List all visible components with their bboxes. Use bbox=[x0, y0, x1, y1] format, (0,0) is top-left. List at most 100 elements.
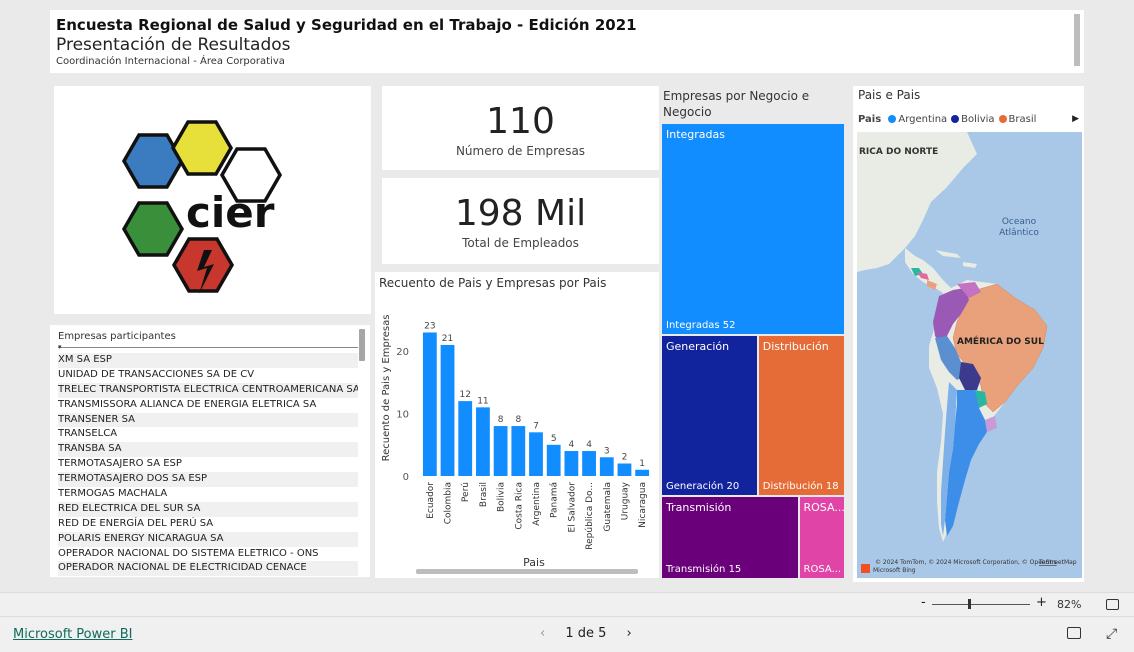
page-indicator: 1 de 5 bbox=[565, 626, 607, 641]
slicer-item[interactable]: TRELEC TRANSPORTISTA ELECTRICA CENTROAME… bbox=[58, 382, 358, 398]
treemap-title: Empresas por Negocio e Negocio bbox=[663, 89, 810, 119]
kpi-empleados-value: 198 Mil bbox=[454, 193, 587, 234]
fit-to-page-icon[interactable] bbox=[1106, 599, 1119, 610]
report-title: Encuesta Regional de Salud y Seguridad e… bbox=[56, 16, 637, 34]
bar[interactable] bbox=[635, 469, 650, 476]
bar-data-label: 12 bbox=[460, 390, 471, 400]
zoom-bar: - + 82% bbox=[0, 592, 1134, 616]
horizontal-scrollbar[interactable] bbox=[416, 569, 638, 574]
bar-chart-card: Recuento de Pais y Empresas por Pais 0 10… bbox=[375, 272, 659, 578]
x-tick-label: Uruguay bbox=[620, 481, 630, 520]
treemap-tile[interactable]: Distribución Distribución 18 bbox=[758, 336, 844, 495]
treemap-tile-label: Transmisión 15 bbox=[666, 563, 742, 575]
treemap-tile-label: Generación 20 bbox=[666, 480, 740, 492]
share-icon[interactable] bbox=[1067, 627, 1081, 639]
treemap-tile[interactable]: Integradas Integradas 52 bbox=[662, 124, 844, 335]
legend-item[interactable]: Argentina bbox=[898, 114, 947, 125]
treemap-tile-name: Transmisión bbox=[666, 500, 732, 514]
bar[interactable] bbox=[440, 344, 455, 476]
x-tick-label: Argentina bbox=[532, 482, 542, 526]
x-tick-label: Panamá bbox=[550, 482, 560, 518]
legend-next-icon[interactable]: ▶ bbox=[1072, 114, 1079, 124]
x-tick-label: Colombia bbox=[444, 482, 454, 524]
slicer-item[interactable]: TRANSBA SA bbox=[58, 442, 358, 458]
x-axis-label: Pais bbox=[523, 556, 545, 569]
report-header: Encuesta Regional de Salud y Seguridad e… bbox=[50, 10, 1084, 73]
next-page-icon[interactable]: › bbox=[627, 626, 632, 641]
bar[interactable] bbox=[493, 426, 508, 476]
slicer-item[interactable]: RED ELECTRICA DEL SUR SA bbox=[58, 501, 358, 517]
bar[interactable] bbox=[422, 332, 437, 476]
y-tick-label: 10 bbox=[396, 410, 409, 421]
bar[interactable] bbox=[617, 463, 632, 476]
x-tick-label: Bolivia bbox=[497, 482, 507, 512]
slicer-title: Empresas participantes bbox=[58, 331, 176, 342]
header-scrollbar[interactable] bbox=[1074, 14, 1080, 66]
y-axis-label: Recuento de Pais y Empresas bbox=[381, 315, 392, 462]
bar-chart[interactable]: 0102023Ecuador21Colombia12Perú11Brasil8B… bbox=[375, 272, 659, 578]
slicer-item[interactable]: TERMOTASAJERO SA ESP bbox=[58, 457, 358, 472]
slicer-item[interactable]: TRANSMISSORA ALIANCA DE ENERGIA ELETRICA… bbox=[58, 398, 358, 413]
bar[interactable] bbox=[564, 451, 579, 476]
bar[interactable] bbox=[529, 432, 543, 476]
bar-data-label: 4 bbox=[569, 440, 575, 450]
legend-item[interactable]: Brasil bbox=[1009, 114, 1037, 125]
bar-data-label: 23 bbox=[424, 321, 435, 331]
x-tick-label: Ecuador bbox=[426, 482, 436, 519]
treemap-tile[interactable]: Transmisión Transmisión 15 bbox=[662, 496, 798, 578]
map-label-ocean: Oceano Atlântico bbox=[999, 217, 1039, 238]
bar[interactable] bbox=[458, 401, 473, 476]
legend-title: Pais bbox=[858, 114, 882, 125]
report-subtitle: Presentación de Resultados bbox=[56, 35, 291, 55]
zoom-in-button[interactable]: + bbox=[1036, 595, 1047, 610]
treemap-tile[interactable]: Generación Generación 20 bbox=[662, 336, 757, 495]
slicer-item[interactable]: TERMOGAS MACHALA bbox=[58, 487, 358, 502]
bar-data-label: 2 bbox=[622, 453, 628, 463]
y-tick-label: 20 bbox=[396, 347, 409, 358]
legend-item[interactable]: Bolivia bbox=[961, 114, 994, 125]
treemap-tile-label: ROSA... bbox=[803, 563, 842, 575]
slicer-item[interactable]: OPERADOR NACIONAL DE ELECTRICIDAD CENACE bbox=[58, 561, 358, 577]
power-bi-link[interactable]: Microsoft Power BI bbox=[13, 627, 132, 642]
kpi-empleados-label: Total de Empleados bbox=[462, 236, 579, 250]
bar[interactable] bbox=[511, 426, 526, 476]
treemap-tile-name: ROSA... bbox=[803, 500, 845, 514]
bar-data-label: 3 bbox=[604, 446, 610, 456]
report-canvas: Encuesta Regional de Salud y Seguridad e… bbox=[0, 0, 1134, 592]
bar-data-label: 8 bbox=[498, 415, 504, 425]
zoom-slider[interactable] bbox=[932, 604, 1030, 605]
x-tick-label: Costa Rica bbox=[514, 482, 524, 530]
empresas-slicer[interactable]: Empresas participantes XM SA ESPUNIDAD D… bbox=[50, 325, 370, 577]
legend-dot-icon bbox=[951, 115, 960, 123]
map-view[interactable]: RICA DO NORTE Oceano Atlântico AMÉRICA DO… bbox=[857, 132, 1082, 578]
zoom-slider-handle[interactable] bbox=[968, 599, 971, 609]
treemap-tile[interactable]: ROSA... ROSA... bbox=[799, 496, 845, 578]
prev-page-icon[interactable]: ‹ bbox=[540, 626, 545, 641]
bar[interactable] bbox=[476, 407, 490, 476]
slicer-scrollbar[interactable] bbox=[359, 329, 365, 361]
treemap-card: Empresas por Negocio e Negocio Integrada… bbox=[659, 86, 847, 578]
slicer-item[interactable]: TRANSENER SA bbox=[58, 412, 358, 428]
bar[interactable] bbox=[582, 451, 596, 476]
bar-data-label: 5 bbox=[551, 434, 557, 444]
bar[interactable] bbox=[599, 457, 614, 476]
bar-data-label: 4 bbox=[586, 440, 592, 450]
slicer-item[interactable]: OPERADOR NACIONAL DO SISTEMA ELETRICO - … bbox=[58, 547, 358, 562]
slicer-dropdown-icon[interactable] bbox=[58, 343, 358, 351]
zoom-out-button[interactable]: - bbox=[921, 595, 926, 610]
slicer-item[interactable]: TRANSELCA bbox=[58, 427, 358, 442]
slicer-item[interactable]: UNIDAD DE TRANSACCIONES SA DE CV bbox=[58, 368, 358, 383]
slicer-item[interactable]: POLARIS ENERGY NICARAGUA SA bbox=[58, 531, 358, 547]
slicer-item[interactable]: TERMOTASAJERO DOS SA ESP bbox=[58, 472, 358, 488]
fullscreen-icon[interactable]: ⤢ bbox=[1106, 626, 1117, 642]
slicer-list[interactable]: XM SA ESP UNIDAD DE TRANSACCIONES SA DE C… bbox=[58, 353, 362, 577]
map-legend: Pais Argentina Bolivia Brasil bbox=[858, 114, 1036, 125]
slicer-item[interactable]: RED DE ENERGÍA DEL PERÚ SA bbox=[58, 517, 358, 532]
slicer-item[interactable]: XM SA ESP bbox=[58, 353, 358, 368]
x-tick-label: Brasil bbox=[479, 482, 489, 507]
y-tick-label: 0 bbox=[403, 472, 409, 483]
bar-data-label: 21 bbox=[442, 334, 453, 344]
bar[interactable] bbox=[546, 444, 561, 476]
zoom-percent: 82% bbox=[1057, 598, 1082, 611]
x-tick-label: El Salvador bbox=[567, 482, 577, 533]
